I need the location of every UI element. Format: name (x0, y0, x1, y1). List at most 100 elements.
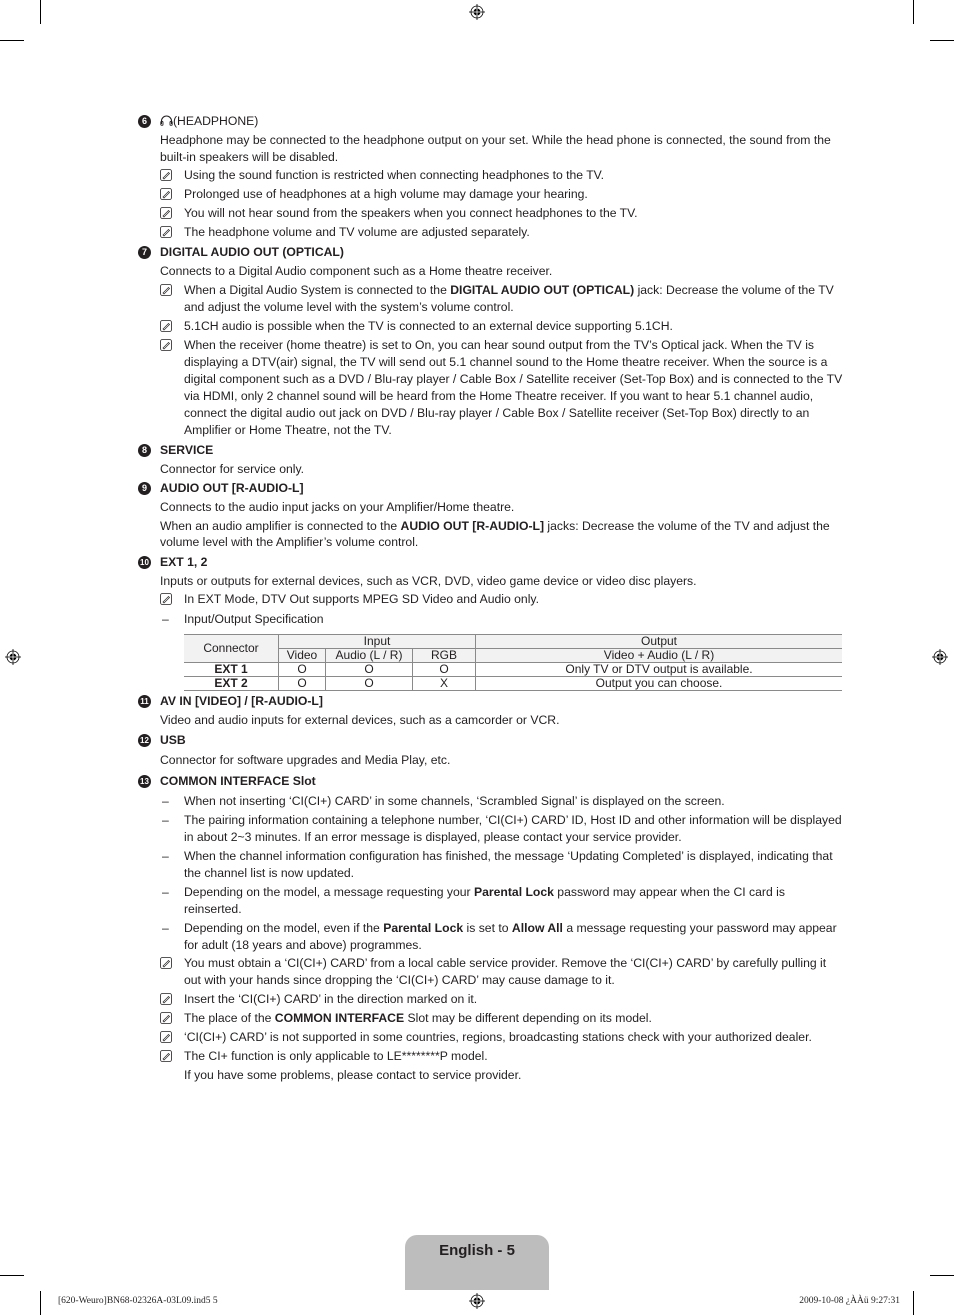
paragraph: Connects to the audio input jacks on you… (160, 500, 515, 514)
print-slug-timestamp: 2009-10-08 ¿ÀÀü 9:27:31 (799, 1296, 900, 1306)
note-item: Using the sound function is restricted w… (138, 167, 844, 184)
registration-mark-icon (5, 649, 21, 665)
closing-text: If you have some problems, please contac… (184, 1068, 522, 1082)
note-item: Insert the ‘CI(CI+) CARD’ in the directi… (138, 991, 844, 1008)
note-item: The CI+ function is only applicable to L… (138, 1048, 844, 1065)
header-connector: Connector (184, 633, 279, 663)
cell-connector: EXT 2 (184, 675, 279, 691)
crop-mark (913, 1291, 914, 1315)
dash-marker: – (162, 885, 169, 899)
manual-content: 6 (HEADPHONE) Headphone may be connected… (138, 110, 844, 1084)
note-item: Prolonged use of headphones at a high vo… (138, 186, 844, 203)
section-number-badge: 6 (138, 115, 151, 128)
subheader-rgb: RGB (412, 647, 476, 663)
section-number-badge: 7 (138, 246, 151, 259)
note-icon (160, 226, 172, 238)
section-number-badge: 13 (138, 774, 151, 788)
crop-mark (913, 0, 914, 24)
note-item: ‘CI(CI+) CARD’ is not supported in some … (138, 1029, 844, 1046)
table-row: EXT 2 O O X Output you can choose. (184, 675, 842, 691)
note-item: When a Digital Audio System is connected… (138, 282, 844, 316)
note-icon (160, 169, 172, 181)
note-icon (160, 1012, 172, 1024)
dash-item: – Depending on the model, even if the Par… (162, 921, 837, 952)
section-number-badge: 11 (138, 694, 151, 708)
dash-item: – When the channel information configurat… (162, 849, 833, 880)
crop-mark (930, 1275, 954, 1276)
registration-mark-icon (469, 4, 485, 20)
note-item: You must obtain a ‘CI(CI+) CARD’ from a … (138, 955, 844, 989)
cell-output: Output you can choose. (475, 675, 842, 691)
note-icon (160, 1031, 172, 1043)
crop-mark (0, 40, 24, 41)
dash-marker: – (162, 813, 169, 827)
note-item: In EXT Mode, DTV Out supports MPEG SD Vi… (138, 591, 844, 608)
note-icon (160, 1050, 172, 1062)
cell-connector: EXT 1 (184, 661, 279, 677)
crop-mark (0, 1275, 24, 1276)
dash-item: – Input/Output Specification (162, 612, 324, 626)
paragraph: When an audio amplifier is connected to … (160, 518, 830, 550)
cell-audio: O (325, 661, 413, 677)
cell-rgb: X (412, 675, 476, 691)
note-icon (160, 338, 172, 351)
note-item: The place of the COMMON INTERFACE Slot m… (138, 1010, 844, 1027)
paragraph: Connector for software upgrades and Medi… (160, 753, 451, 767)
paragraph: Headphone may be connected to the headph… (160, 133, 831, 164)
header-output: Output (475, 633, 842, 649)
cell-audio: O (325, 675, 413, 691)
note-icon (160, 993, 172, 1005)
dash-marker: – (162, 612, 169, 626)
note-icon (160, 593, 172, 605)
note-icon (160, 207, 172, 219)
dash-marker: – (162, 921, 169, 935)
section-number-badge: 9 (138, 482, 151, 495)
section-heading-ext: 10 EXT 1, 2 (138, 554, 844, 571)
section-number-badge: 8 (138, 443, 151, 457)
dash-item: – When not inserting ‘CI(CI+) CARD’ in so… (162, 793, 725, 808)
section-number-badge: 10 (138, 555, 151, 569)
table-subheader-row: Video Audio (L / R) RGB Video + Audio (L… (184, 647, 842, 663)
paragraph: Connects to a Digital Audio component su… (160, 264, 553, 278)
headphone-icon (160, 115, 173, 126)
crop-mark (40, 1291, 41, 1315)
registration-mark-icon (469, 1293, 485, 1309)
note-icon (160, 319, 172, 332)
subheader-video: Video (278, 647, 326, 663)
page-number-tab: English - 5 (405, 1235, 549, 1290)
cell-rgb: O (412, 661, 476, 677)
note-item: When the receiver (home theatre) is set … (138, 337, 844, 439)
section-heading-service: 8 SERVICE (138, 442, 844, 459)
crop-mark (40, 0, 41, 24)
cell-video: O (278, 675, 326, 691)
section-heading-av-in: 11 AV IN [VIDEO] / [R-AUDIO-L] (138, 693, 844, 710)
note-icon (160, 283, 172, 296)
header-input: Input (278, 633, 476, 649)
cell-video: O (278, 661, 326, 677)
subheader-output: Video + Audio (L / R) (475, 647, 842, 663)
subheader-audio: Audio (L / R) (325, 647, 413, 663)
table-header-row: Connector Input Output (184, 633, 842, 663)
note-item: 5.1CH audio is possible when the TV is c… (138, 318, 844, 335)
section-heading-common-interface: 13 COMMON INTERFACE Slot (138, 773, 844, 790)
note-item: You will not hear sound from the speaker… (138, 205, 844, 222)
section-heading-audio-out: 9 AUDIO OUT [R-AUDIO-L] (138, 480, 844, 497)
section-number-badge: 12 (138, 734, 151, 747)
section-heading-usb: 12 USB (138, 732, 844, 749)
cell-output: Only TV or DTV output is available. (475, 661, 842, 677)
io-spec-table: Connector Input Output Video Audio (L / … (184, 633, 842, 691)
note-icon (160, 957, 172, 969)
dash-marker: – (162, 793, 169, 808)
registration-mark-icon (932, 649, 948, 665)
print-slug-file: [620-Weuro]BN68-02326A-03L09.ind5 5 (58, 1296, 218, 1306)
dash-item: – Depending on the model, a message reque… (162, 885, 785, 916)
note-item: The headphone volume and TV volume are a… (138, 224, 844, 241)
dash-marker: – (162, 849, 169, 863)
crop-mark (930, 40, 954, 41)
section-heading-headphone: 6 (HEADPHONE) (138, 113, 844, 130)
page-label: English - 5 (439, 1242, 515, 1259)
paragraph: Inputs or outputs for external devices, … (160, 573, 697, 588)
table-row: EXT 1 O O O Only TV or DTV output is ava… (184, 661, 842, 677)
section-heading-digital-audio-out: 7 DIGITAL AUDIO OUT (OPTICAL) (138, 244, 844, 261)
note-icon (160, 188, 172, 200)
